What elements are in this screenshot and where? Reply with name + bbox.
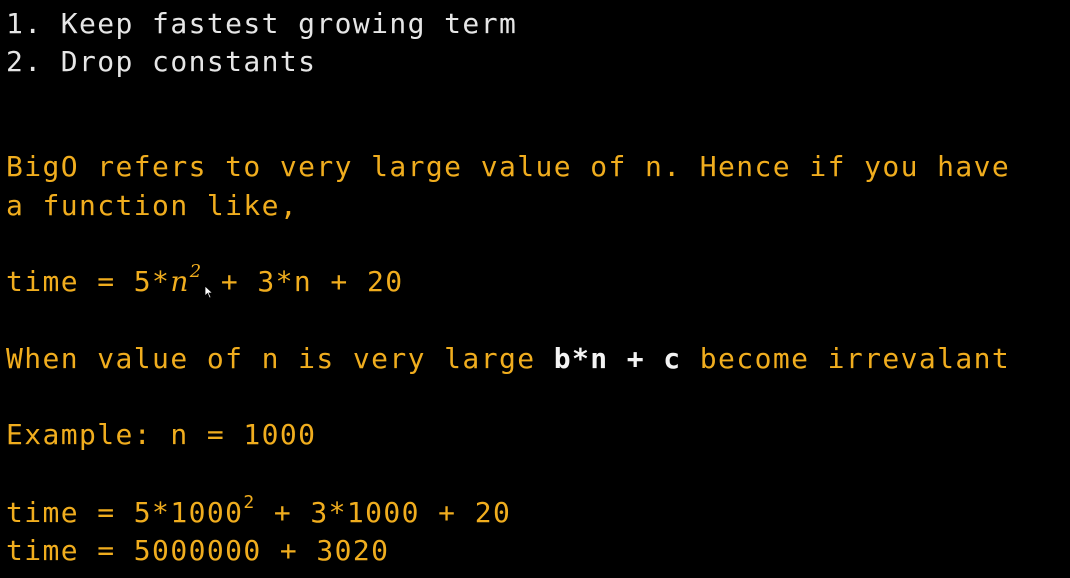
calc-line-1: time = 5*10002 + 3*1000 + 20 <box>6 494 511 532</box>
calc1-suffix: + 3*1000 + 20 <box>255 496 512 529</box>
list-item-drop-constants: 2. Drop constants <box>6 45 317 78</box>
statement-after: become irrevalant <box>681 342 1011 375</box>
list-item-keep-fastest: 1. Keep fastest growing term <box>6 7 518 40</box>
statement-bold-term: b*n + c <box>553 342 682 375</box>
irrelevant-statement: When value of n is very large b*n + c be… <box>6 340 1010 378</box>
statement-before: When value of n is very large <box>6 342 554 375</box>
formula-exponent: 2 <box>189 261 203 282</box>
intro-line-2: a function like, <box>6 189 299 222</box>
formula-prefix: time = 5* <box>6 265 171 298</box>
formula-variable: n <box>170 265 190 298</box>
formula-suffix: + 3*n + 20 <box>202 265 404 298</box>
example-label: Example: n = 1000 <box>6 418 317 451</box>
intro-line-1: BigO refers to very large value of n. He… <box>6 150 1011 183</box>
mouse-pointer-icon <box>204 285 213 299</box>
calc-line-2: time = 5000000 + 3020 <box>6 534 390 567</box>
calc1-exponent: 2 <box>243 492 256 513</box>
calc1-prefix: time = 5*1000 <box>6 496 244 529</box>
